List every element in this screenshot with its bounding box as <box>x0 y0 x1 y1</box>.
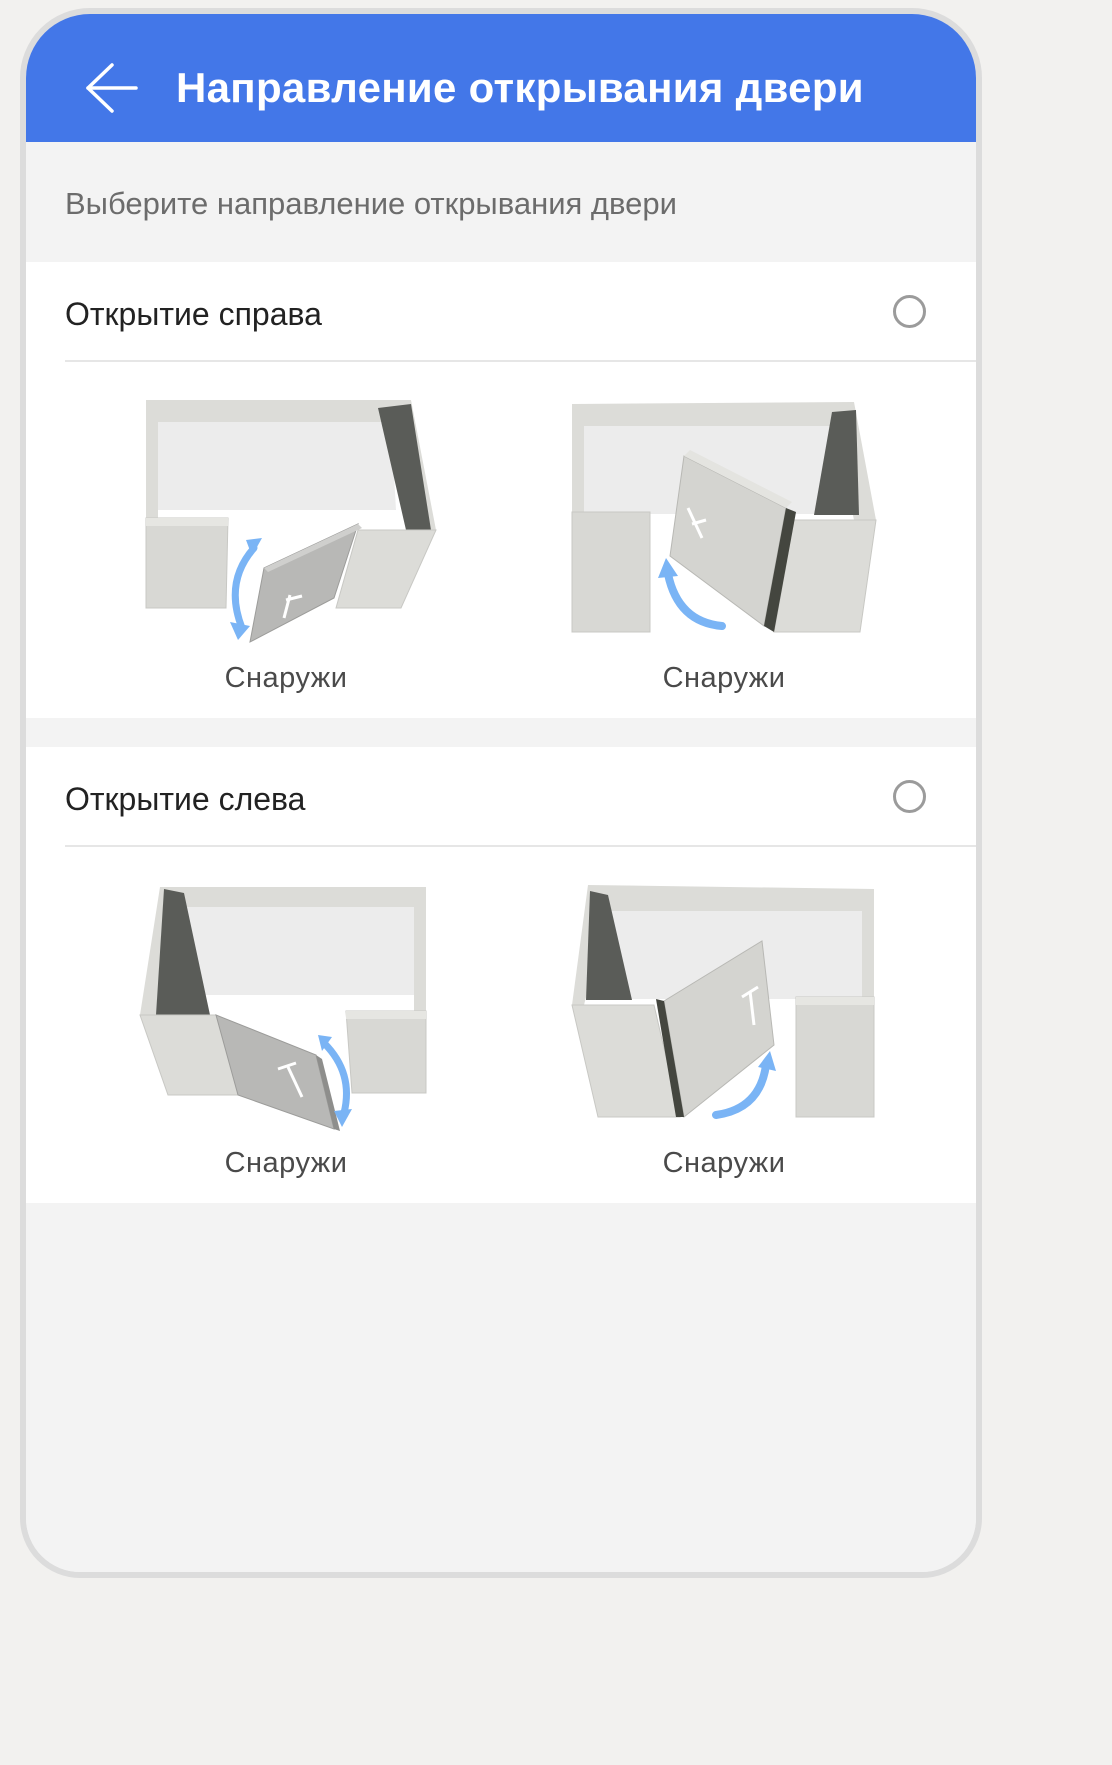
radio-open-left[interactable] <box>893 780 926 813</box>
option-open-left-1[interactable]: Снаружи <box>126 875 446 1185</box>
option-open-left-2[interactable]: Снаружи <box>564 875 884 1185</box>
back-button[interactable] <box>84 62 140 114</box>
door-illustration <box>571 885 875 1119</box>
option-label: Снаружи <box>662 1147 786 1179</box>
page-subtitle: Выберите направление открывания двери <box>65 186 677 221</box>
app-header: Направление открывания двери <box>26 14 976 142</box>
empty-area <box>26 1203 976 1572</box>
page-title: Направление открывания двери <box>176 64 864 111</box>
option-open-right-1[interactable]: Снаружи <box>126 390 446 700</box>
section-open-left: Открытие слева Снаружи Снаружи <box>26 747 976 1203</box>
section-label: Открытие слева <box>65 781 306 817</box>
section-label: Открытие справа <box>65 296 322 332</box>
radio-open-right[interactable] <box>893 295 926 328</box>
section-header-open-right[interactable]: Открытие справа <box>65 262 976 362</box>
option-open-right-2[interactable]: Снаружи <box>564 390 884 700</box>
option-label: Снаружи <box>224 1147 348 1179</box>
section-open-right: Открытие справа Снаружи Снаружи <box>26 262 976 718</box>
section-header-open-left[interactable]: Открытие слева <box>65 747 976 847</box>
arrow-left-icon <box>86 63 138 113</box>
option-label: Снаружи <box>662 662 786 694</box>
door-illustration <box>145 400 437 643</box>
phone-frame: Направление открывания двери Выберите на… <box>20 8 982 1578</box>
door-illustration <box>139 887 427 1131</box>
option-label: Снаружи <box>224 662 348 694</box>
door-illustration <box>571 402 877 633</box>
